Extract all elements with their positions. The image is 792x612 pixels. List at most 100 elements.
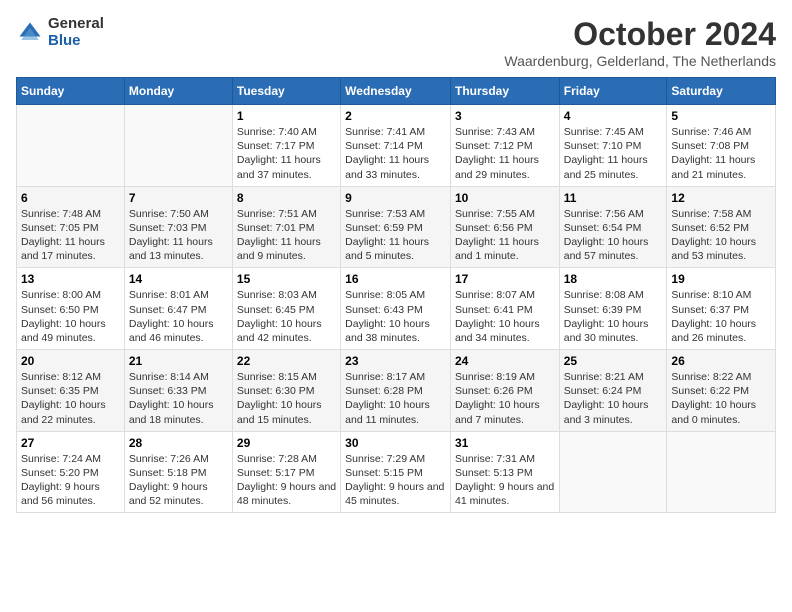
- calendar-table: SundayMondayTuesdayWednesdayThursdayFrid…: [16, 77, 776, 513]
- calendar-cell: 14 Sunrise: 8:01 AM Sunset: 6:47 PM Dayli…: [124, 268, 232, 350]
- day-number: 13: [21, 272, 120, 286]
- calendar-cell: 16Sunrise: 8:05 AM Sunset: 6:43 PM Dayli…: [341, 268, 451, 350]
- day-number: 1: [237, 109, 336, 123]
- day-number: 27: [21, 436, 120, 450]
- day-detail: Sunrise: 7:45 AM Sunset: 7:10 PM Dayligh…: [564, 125, 663, 182]
- day-detail: Sunrise: 7:31 AM Sunset: 5:13 PM Dayligh…: [455, 452, 555, 509]
- day-detail: Sunrise: 8:07 AM Sunset: 6:41 PM Dayligh…: [455, 288, 555, 345]
- calendar-cell: 19 Sunrise: 8:10 AM Sunset: 6:37 PM Dayli…: [667, 268, 776, 350]
- calendar-cell: 18 Sunrise: 8:08 AM Sunset: 6:39 PM Dayli…: [559, 268, 667, 350]
- calendar-week-row: 13 Sunrise: 8:00 AM Sunset: 6:50 PM Dayli…: [17, 268, 776, 350]
- calendar-cell: [17, 105, 125, 187]
- day-number: 29: [237, 436, 336, 450]
- logo-blue-text: Blue: [48, 33, 104, 50]
- day-detail: Sunrise: 8:17 AM Sunset: 6:28 PM Dayligh…: [345, 370, 446, 427]
- calendar-cell: 25 Sunrise: 8:21 AM Sunset: 6:24 PM Dayli…: [559, 350, 667, 432]
- day-detail: Sunrise: 7:43 AM Sunset: 7:12 PM Dayligh…: [455, 125, 555, 182]
- day-detail: Sunrise: 8:14 AM Sunset: 6:33 PM Dayligh…: [129, 370, 228, 427]
- calendar-cell: 13 Sunrise: 8:00 AM Sunset: 6:50 PM Dayli…: [17, 268, 125, 350]
- calendar-cell: [124, 105, 232, 187]
- calendar-cell: 12 Sunrise: 7:58 AM Sunset: 6:52 PM Dayli…: [667, 186, 776, 268]
- day-number: 23: [345, 354, 446, 368]
- title-area: October 2024 Waardenburg, Gelderland, Th…: [504, 16, 776, 69]
- calendar-cell: 26 Sunrise: 8:22 AM Sunset: 6:22 PM Dayli…: [667, 350, 776, 432]
- day-detail: Sunrise: 8:08 AM Sunset: 6:39 PM Dayligh…: [564, 288, 663, 345]
- day-detail: Sunrise: 8:21 AM Sunset: 6:24 PM Dayligh…: [564, 370, 663, 427]
- weekday-header-sunday: Sunday: [17, 78, 125, 105]
- day-detail: Sunrise: 8:15 AM Sunset: 6:30 PM Dayligh…: [237, 370, 336, 427]
- day-number: 12: [671, 191, 771, 205]
- day-detail: Sunrise: 7:41 AM Sunset: 7:14 PM Dayligh…: [345, 125, 446, 182]
- day-detail: Sunrise: 8:00 AM Sunset: 6:50 PM Dayligh…: [21, 288, 120, 345]
- calendar-cell: 20Sunrise: 8:12 AM Sunset: 6:35 PM Dayli…: [17, 350, 125, 432]
- day-number: 9: [345, 191, 446, 205]
- day-number: 8: [237, 191, 336, 205]
- calendar-cell: 3 Sunrise: 7:43 AM Sunset: 7:12 PM Daylig…: [450, 105, 559, 187]
- weekday-header-friday: Friday: [559, 78, 667, 105]
- calendar-cell: 8 Sunrise: 7:51 AM Sunset: 7:01 PM Daylig…: [232, 186, 340, 268]
- calendar-cell: 7 Sunrise: 7:50 AM Sunset: 7:03 PM Daylig…: [124, 186, 232, 268]
- day-detail: Sunrise: 7:55 AM Sunset: 6:56 PM Dayligh…: [455, 207, 555, 264]
- day-detail: Sunrise: 8:05 AM Sunset: 6:43 PM Dayligh…: [345, 288, 446, 345]
- day-detail: Sunrise: 7:46 AM Sunset: 7:08 PM Dayligh…: [671, 125, 771, 182]
- day-detail: Sunrise: 7:51 AM Sunset: 7:01 PM Dayligh…: [237, 207, 336, 264]
- calendar-week-row: 27Sunrise: 7:24 AM Sunset: 5:20 PM Dayli…: [17, 431, 776, 513]
- day-number: 17: [455, 272, 555, 286]
- calendar-cell: 21 Sunrise: 8:14 AM Sunset: 6:33 PM Dayli…: [124, 350, 232, 432]
- day-detail: Sunrise: 7:53 AM Sunset: 6:59 PM Dayligh…: [345, 207, 446, 264]
- calendar-cell: 1 Sunrise: 7:40 AM Sunset: 7:17 PM Daylig…: [232, 105, 340, 187]
- day-number: 26: [671, 354, 771, 368]
- day-number: 2: [345, 109, 446, 123]
- calendar-cell: 9 Sunrise: 7:53 AM Sunset: 6:59 PM Daylig…: [341, 186, 451, 268]
- calendar-week-row: 6 Sunrise: 7:48 AM Sunset: 7:05 PM Daylig…: [17, 186, 776, 268]
- weekday-header-row: SundayMondayTuesdayWednesdayThursdayFrid…: [17, 78, 776, 105]
- calendar-cell: 24Sunrise: 8:19 AM Sunset: 6:26 PM Dayli…: [450, 350, 559, 432]
- page-header: General Blue October 2024 Waardenburg, G…: [16, 16, 776, 69]
- logo: General Blue: [16, 16, 104, 49]
- day-detail: Sunrise: 8:22 AM Sunset: 6:22 PM Dayligh…: [671, 370, 771, 427]
- calendar-header: SundayMondayTuesdayWednesdayThursdayFrid…: [17, 78, 776, 105]
- calendar-subtitle: Waardenburg, Gelderland, The Netherlands: [504, 53, 776, 69]
- day-number: 5: [671, 109, 771, 123]
- calendar-cell: 4Sunrise: 7:45 AM Sunset: 7:10 PM Daylig…: [559, 105, 667, 187]
- day-number: 28: [129, 436, 228, 450]
- day-number: 18: [564, 272, 663, 286]
- calendar-cell: 29Sunrise: 7:28 AM Sunset: 5:17 PM Dayli…: [232, 431, 340, 513]
- day-detail: Sunrise: 7:56 AM Sunset: 6:54 PM Dayligh…: [564, 207, 663, 264]
- calendar-cell: 15Sunrise: 8:03 AM Sunset: 6:45 PM Dayli…: [232, 268, 340, 350]
- day-number: 19: [671, 272, 771, 286]
- day-detail: Sunrise: 7:50 AM Sunset: 7:03 PM Dayligh…: [129, 207, 228, 264]
- day-detail: Sunrise: 7:48 AM Sunset: 7:05 PM Dayligh…: [21, 207, 120, 264]
- day-detail: Sunrise: 7:40 AM Sunset: 7:17 PM Dayligh…: [237, 125, 336, 182]
- day-number: 25: [564, 354, 663, 368]
- day-detail: Sunrise: 8:01 AM Sunset: 6:47 PM Dayligh…: [129, 288, 228, 345]
- day-number: 14: [129, 272, 228, 286]
- weekday-header-thursday: Thursday: [450, 78, 559, 105]
- day-number: 22: [237, 354, 336, 368]
- weekday-header-tuesday: Tuesday: [232, 78, 340, 105]
- weekday-header-saturday: Saturday: [667, 78, 776, 105]
- day-number: 7: [129, 191, 228, 205]
- calendar-title: October 2024: [504, 16, 776, 53]
- day-detail: Sunrise: 8:10 AM Sunset: 6:37 PM Dayligh…: [671, 288, 771, 345]
- calendar-week-row: 1 Sunrise: 7:40 AM Sunset: 7:17 PM Daylig…: [17, 105, 776, 187]
- calendar-cell: 5 Sunrise: 7:46 AM Sunset: 7:08 PM Daylig…: [667, 105, 776, 187]
- day-detail: Sunrise: 8:03 AM Sunset: 6:45 PM Dayligh…: [237, 288, 336, 345]
- calendar-cell: 31 Sunrise: 7:31 AM Sunset: 5:13 PM Dayli…: [450, 431, 559, 513]
- day-number: 30: [345, 436, 446, 450]
- calendar-cell: 30 Sunrise: 7:29 AM Sunset: 5:15 PM Dayli…: [341, 431, 451, 513]
- calendar-cell: [559, 431, 667, 513]
- day-number: 3: [455, 109, 555, 123]
- calendar-cell: 17 Sunrise: 8:07 AM Sunset: 6:41 PM Dayli…: [450, 268, 559, 350]
- day-detail: Sunrise: 8:19 AM Sunset: 6:26 PM Dayligh…: [455, 370, 555, 427]
- day-detail: Sunrise: 7:26 AM Sunset: 5:18 PM Dayligh…: [129, 452, 228, 509]
- calendar-cell: 2 Sunrise: 7:41 AM Sunset: 7:14 PM Daylig…: [341, 105, 451, 187]
- day-number: 6: [21, 191, 120, 205]
- calendar-cell: 27Sunrise: 7:24 AM Sunset: 5:20 PM Dayli…: [17, 431, 125, 513]
- day-number: 21: [129, 354, 228, 368]
- day-detail: Sunrise: 7:29 AM Sunset: 5:15 PM Dayligh…: [345, 452, 446, 509]
- day-number: 20: [21, 354, 120, 368]
- day-number: 31: [455, 436, 555, 450]
- calendar-cell: 6 Sunrise: 7:48 AM Sunset: 7:05 PM Daylig…: [17, 186, 125, 268]
- day-detail: Sunrise: 7:58 AM Sunset: 6:52 PM Dayligh…: [671, 207, 771, 264]
